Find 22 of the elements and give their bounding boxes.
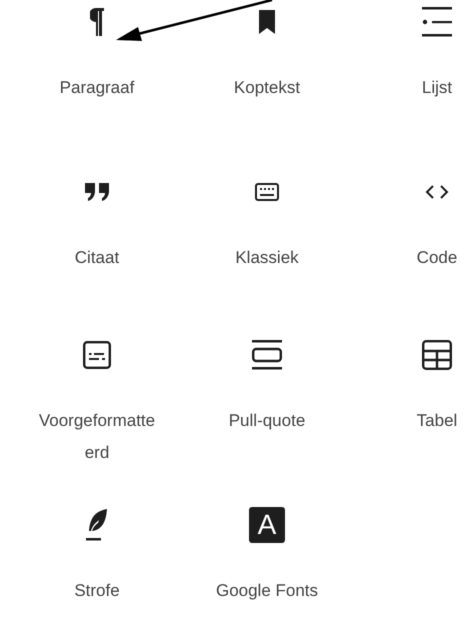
block-label[interactable]: Lijst [374, 72, 473, 104]
keyboard-icon[interactable] [255, 183, 279, 201]
block-label[interactable]: Voorgeformatteerd [34, 405, 160, 469]
block-label[interactable]: Strofe [34, 575, 160, 607]
feather-icon[interactable] [86, 509, 108, 541]
block-label[interactable]: Tabel [374, 405, 473, 437]
list-icon[interactable] [422, 7, 452, 37]
paragraph-icon[interactable] [90, 8, 104, 36]
block-label[interactable]: Code [374, 242, 473, 274]
preformatted-icon[interactable] [83, 341, 111, 369]
pullquote-icon[interactable] [252, 340, 282, 370]
code-icon[interactable] [425, 184, 449, 200]
block-label[interactable]: Citaat [34, 242, 160, 274]
block-label[interactable]: Google Fonts [204, 575, 330, 607]
block-label[interactable]: Pull-quote [204, 405, 330, 437]
letter-icon[interactable]: A [249, 507, 285, 543]
quote-icon[interactable] [85, 183, 109, 201]
bookmark-icon[interactable] [259, 10, 275, 34]
table-icon[interactable] [422, 340, 452, 370]
block-label[interactable]: Koptekst [204, 72, 330, 104]
block-label[interactable]: Klassiek [204, 242, 330, 274]
block-label[interactable]: Paragraaf [34, 72, 160, 104]
